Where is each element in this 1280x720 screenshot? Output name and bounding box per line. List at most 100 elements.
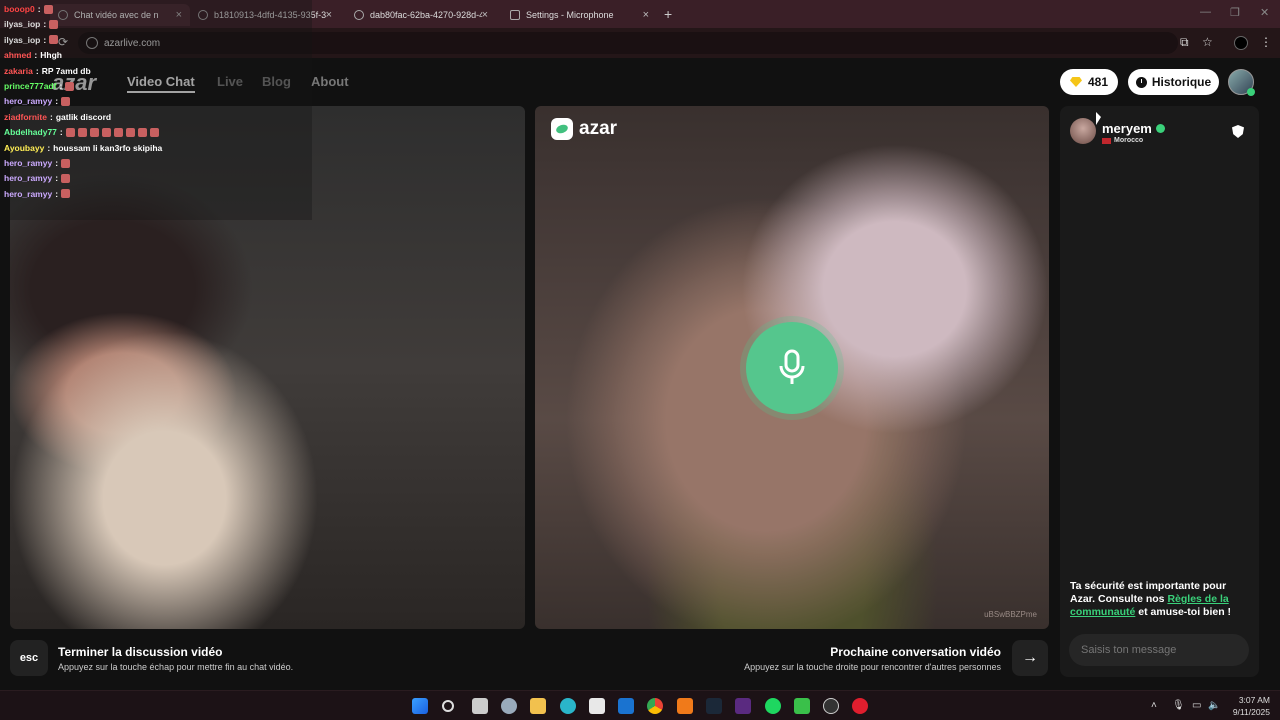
- nav-about[interactable]: About: [311, 74, 349, 89]
- partner-video: azar uBSwBBZPme: [535, 106, 1049, 629]
- windows-taskbar: ˄ 🎙 ▭ 🔈 3:07 AM 9/11/2025: [0, 690, 1280, 720]
- app-green-icon[interactable]: [794, 698, 810, 714]
- edge-icon[interactable]: [560, 698, 576, 714]
- start-icon[interactable]: [412, 698, 428, 714]
- opera-icon[interactable]: [852, 698, 868, 714]
- tray-display-icon[interactable]: ▭: [1192, 700, 1201, 711]
- close-icon[interactable]: ×: [643, 9, 649, 21]
- bookmark-star-icon[interactable]: ☆: [1202, 35, 1213, 49]
- chat-separator: :: [55, 188, 59, 199]
- profile-icon[interactable]: [1234, 36, 1248, 50]
- chat-message: ziadfornite: gatlik discord: [4, 112, 111, 122]
- clock-date: 9/11/2025: [1232, 707, 1270, 717]
- report-shield-icon[interactable]: [1232, 125, 1244, 138]
- maximize-icon[interactable]: ❐: [1230, 6, 1240, 19]
- minimize-icon[interactable]: —: [1200, 6, 1211, 18]
- chat-separator: :: [35, 65, 39, 76]
- chat-username: ilyas_iop: [4, 34, 41, 45]
- chat-emote-icon: [149, 127, 159, 137]
- chat-separator: :: [43, 34, 47, 45]
- partner-panel: meryem Morocco Ta sécurité est important…: [1060, 106, 1259, 677]
- chat-message: hero_ramyy:: [4, 96, 71, 107]
- chat-emote-icon: [65, 127, 75, 137]
- chat-emote-icon: [137, 127, 147, 137]
- tray-mic-icon[interactable]: 🎙: [1172, 700, 1185, 711]
- chat-message: Ayoubayy: houssam li kan3rfo skipiha: [4, 143, 162, 153]
- chat-username: prince777adf: [4, 81, 57, 91]
- gear-icon: [510, 10, 520, 20]
- clock-time: 3:07 AM: [1238, 695, 1270, 705]
- message-input[interactable]: [1069, 634, 1249, 666]
- chat-username: Abdelhady77: [4, 127, 57, 138]
- chat-message: ilyas_iop:: [4, 19, 59, 30]
- history-button[interactable]: Historique: [1128, 69, 1219, 95]
- tray-volume-icon[interactable]: 🔈: [1208, 700, 1220, 711]
- store-icon[interactable]: [589, 698, 605, 714]
- file-explorer-icon[interactable]: [530, 698, 546, 714]
- spotify-icon[interactable]: [765, 698, 781, 714]
- user-avatar[interactable]: [1228, 69, 1255, 96]
- partner-avatar[interactable]: [1070, 118, 1096, 144]
- search-icon[interactable]: [442, 700, 454, 712]
- safety-notice: Ta sécurité est importante pour Azar. Co…: [1070, 580, 1252, 619]
- end-chat-title: Terminer la discussion vidéo: [58, 645, 223, 659]
- outlook-icon[interactable]: [618, 698, 634, 714]
- chat-emote-icon: [77, 127, 87, 137]
- window-close-icon[interactable]: ✕: [1260, 6, 1269, 19]
- close-icon[interactable]: ×: [326, 9, 332, 21]
- new-tab-button[interactable]: +: [664, 6, 672, 22]
- tab-settings-microphone[interactable]: Settings - Microphone ×: [502, 4, 657, 26]
- chat-username: Ayoubayy: [4, 142, 45, 153]
- chrome-icon[interactable]: [647, 698, 663, 714]
- chat-message: zakaria: RP 7amd db: [4, 66, 91, 76]
- chat-username: hero_ramyy: [4, 173, 53, 184]
- close-icon[interactable]: ×: [482, 9, 488, 21]
- chat-username: ilyas_iop: [4, 19, 41, 30]
- history-label: Historique: [1151, 75, 1212, 89]
- taskbar-clock[interactable]: 3:07 AM 9/11/2025: [1226, 694, 1270, 718]
- session-id: uBSwBBZPme: [984, 610, 1037, 619]
- video-brand-text: azar: [579, 118, 618, 139]
- app-orange-icon[interactable]: [677, 698, 693, 714]
- chat-separator: :: [55, 96, 59, 107]
- gems-count: 481: [1087, 75, 1109, 89]
- microphone-button[interactable]: [746, 322, 838, 414]
- flag-icon: [1102, 137, 1111, 144]
- gem-icon: [1069, 77, 1082, 87]
- chat-username: ahmed: [4, 50, 32, 61]
- chat-username: hero_ramyy: [4, 96, 53, 107]
- task-view-icon[interactable]: [472, 698, 488, 714]
- chat-emote-icon: [43, 4, 53, 14]
- end-chat-button[interactable]: esc: [10, 640, 48, 676]
- tab-title: dab80fac-62ba-4270-928d-43e: [370, 10, 482, 20]
- chat-message: hero_ramyy:: [4, 188, 71, 199]
- settings-gear-icon[interactable]: [501, 698, 517, 714]
- app-purple-icon[interactable]: [735, 698, 751, 714]
- menu-icon[interactable]: ⋮: [1260, 35, 1272, 49]
- chat-username: zakaria: [4, 65, 33, 76]
- steam-icon[interactable]: [706, 698, 722, 714]
- chat-emote-icon: [61, 189, 71, 199]
- obs-icon[interactable]: [823, 698, 839, 714]
- chat-separator: :: [55, 173, 59, 184]
- safety-text-end: et amuse-toi bien !: [1135, 606, 1232, 618]
- chat-username: hero_ramyy: [4, 158, 53, 168]
- chat-emote-icon: [101, 127, 111, 137]
- globe-icon: [354, 10, 364, 20]
- tab-uuid-2[interactable]: dab80fac-62ba-4270-928d-43e ×: [346, 4, 496, 26]
- install-app-icon[interactable]: ⧉: [1180, 35, 1189, 50]
- chat-separator: :: [59, 81, 63, 91]
- chat-separator: :: [37, 4, 41, 14]
- video-watermark: azar: [551, 118, 617, 140]
- mouse-cursor: [1096, 112, 1101, 125]
- next-chat-title: Prochaine conversation vidéo: [830, 645, 1001, 659]
- next-chat-button[interactable]: →: [1012, 640, 1048, 676]
- chat-emote-icon: [61, 96, 71, 106]
- stream-chat-overlay: booop0: ilyas_iop: ilyas_iop: ahmed: Hhgh zak…: [0, 0, 312, 220]
- partner-name: meryem: [1102, 121, 1165, 136]
- tray-chevron-icon[interactable]: ˄: [1151, 700, 1157, 711]
- azar-logo-icon: [551, 118, 573, 140]
- chat-username: hero_ramyy: [4, 188, 53, 199]
- gems-button[interactable]: 481: [1060, 69, 1118, 95]
- chat-emote-icon: [49, 35, 59, 45]
